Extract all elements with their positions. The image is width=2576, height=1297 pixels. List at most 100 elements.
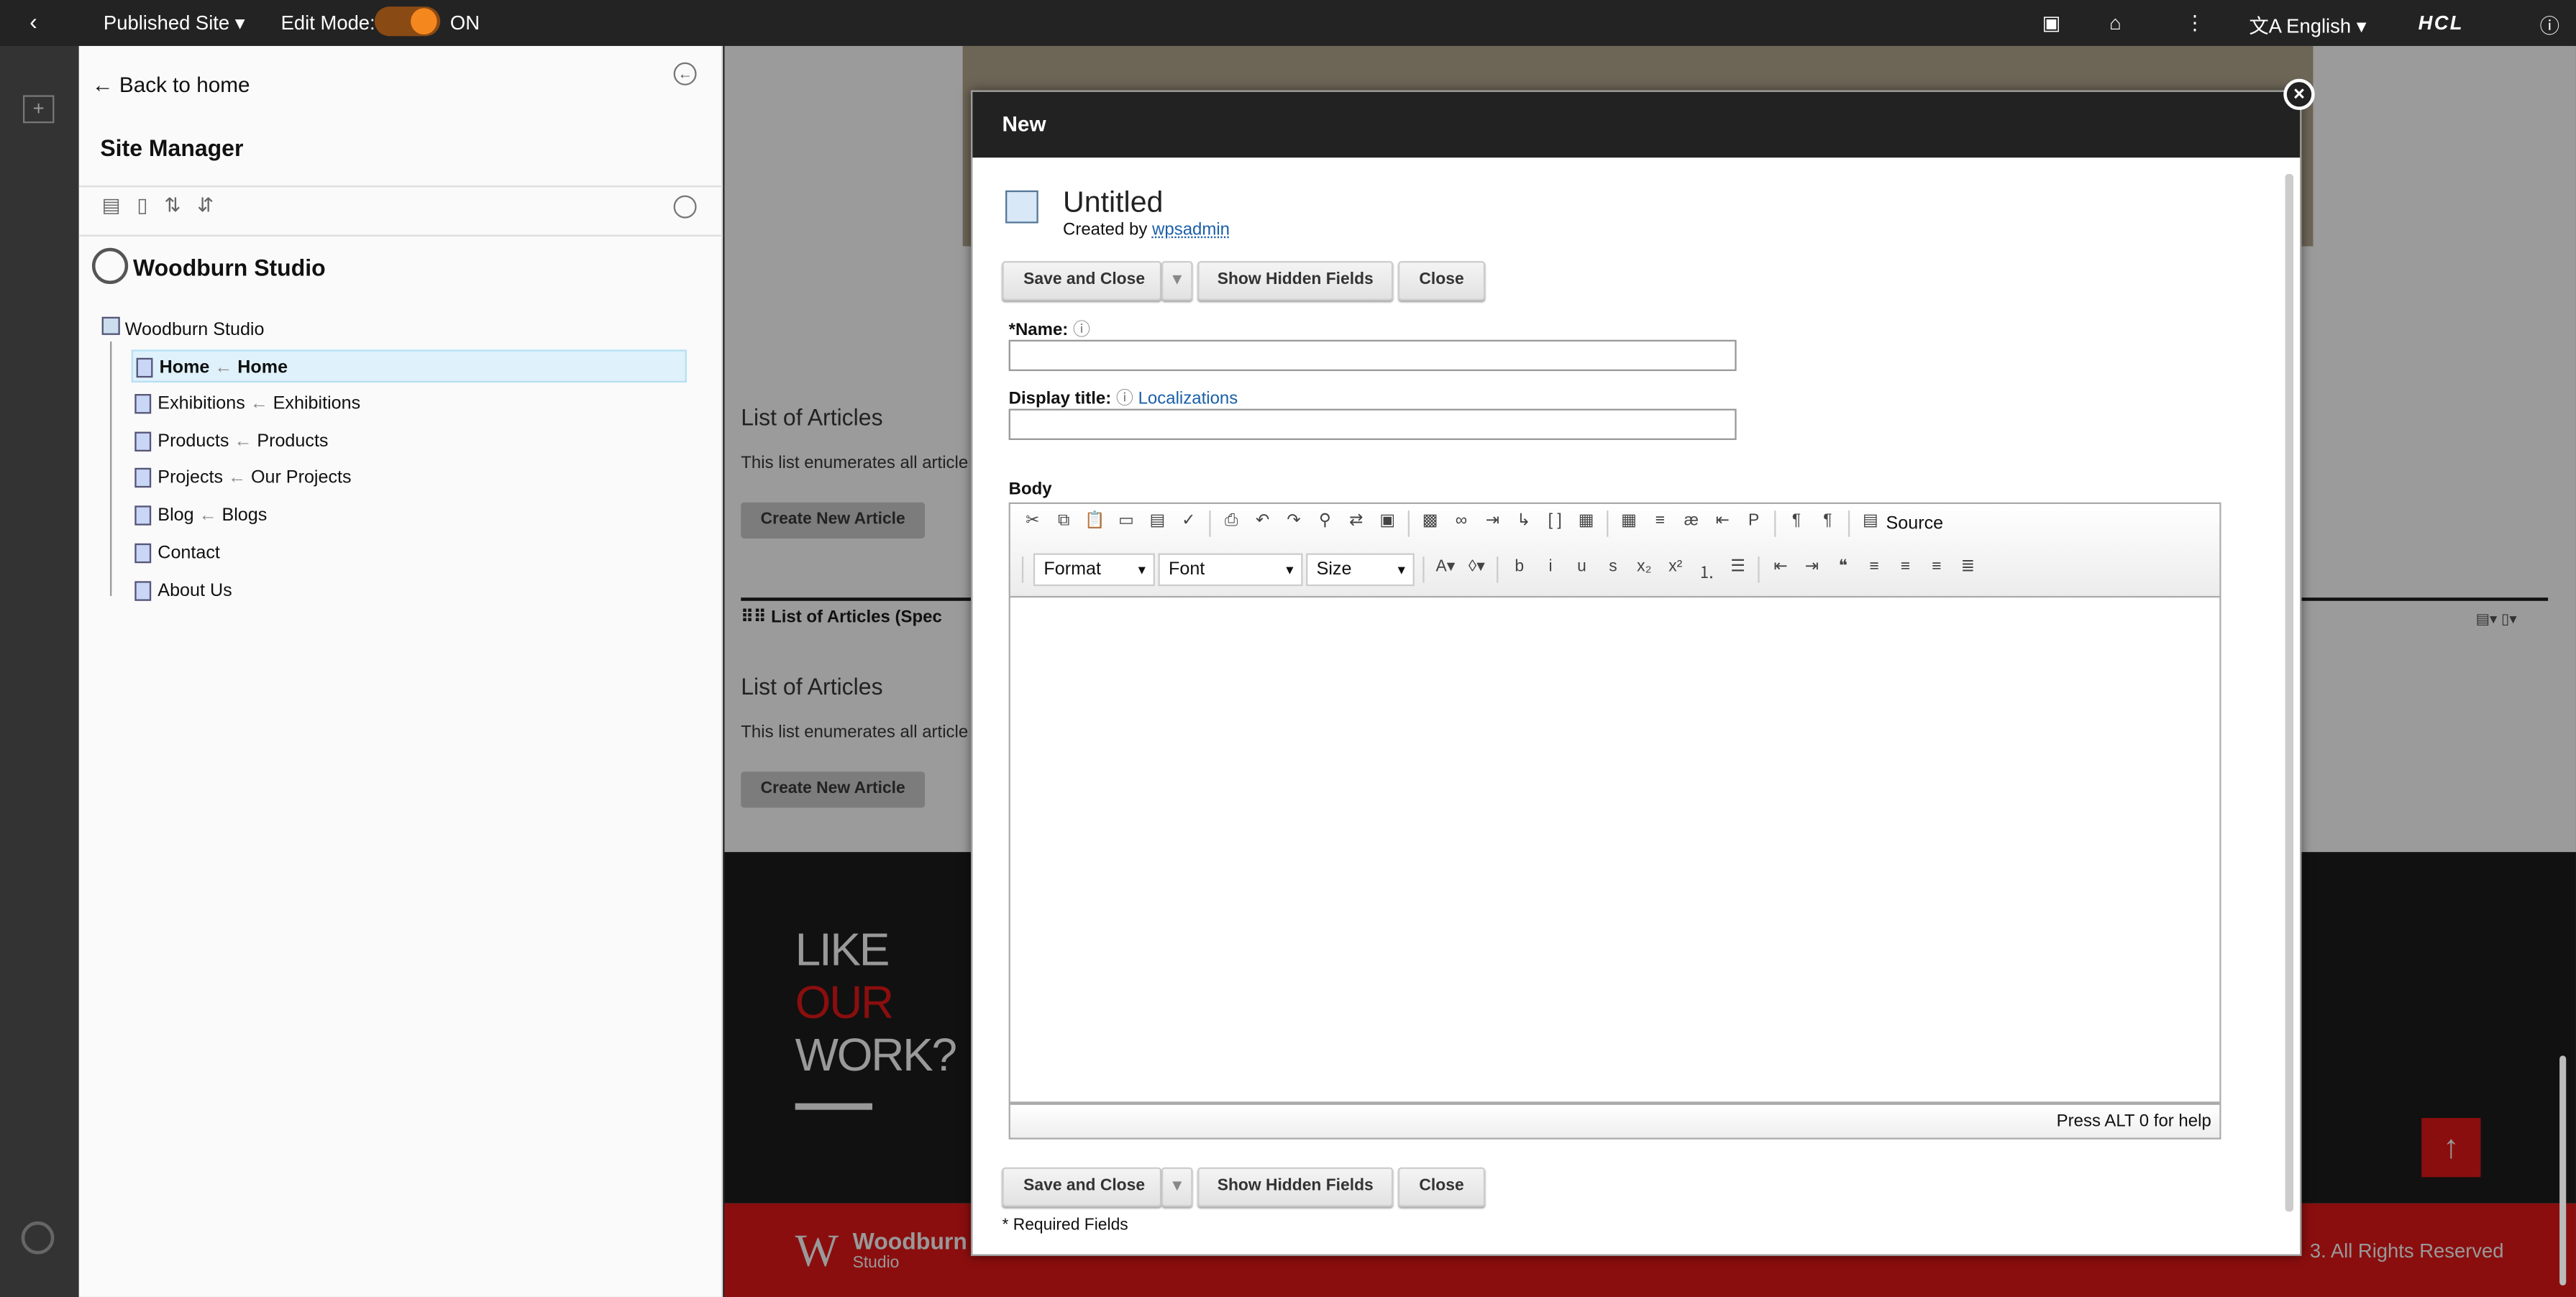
page-scrollbar[interactable] bbox=[2559, 1055, 2567, 1285]
save-options-dropdown[interactable]: ▾ bbox=[1161, 261, 1193, 301]
align-left-icon[interactable]: ≡ bbox=[1858, 558, 1889, 581]
align-right-icon[interactable]: ≡ bbox=[1921, 558, 1952, 581]
save-close-label: Save and Close bbox=[1023, 270, 1146, 289]
ltr-icon[interactable]: ¶ bbox=[1781, 512, 1812, 535]
tree-item[interactable]: Home ← Home bbox=[131, 349, 687, 383]
move-down-icon[interactable]: ⇵ bbox=[197, 193, 230, 216]
author-link[interactable]: wpsadmin bbox=[1152, 220, 1230, 239]
numbered-list-icon[interactable]: ⒈ bbox=[1691, 558, 1722, 583]
show-hidden-fields-button[interactable]: Show Hidden Fields bbox=[1197, 1167, 1394, 1207]
tree-root[interactable]: Woodburn Studio bbox=[101, 316, 265, 340]
edit-mode-toggle[interactable] bbox=[374, 6, 441, 37]
tree-item[interactable]: Projects ← Our Projects bbox=[132, 462, 687, 495]
chevron-left-icon[interactable]: ‹ bbox=[29, 8, 37, 35]
tree-item[interactable]: Contact bbox=[132, 537, 687, 570]
cut-icon[interactable]: ✂ bbox=[1017, 512, 1048, 535]
page-break-icon[interactable]: P bbox=[1738, 512, 1769, 535]
edit-page-icon[interactable]: ▯ bbox=[137, 193, 164, 216]
save-and-close-button[interactable]: Save and Close bbox=[1002, 1167, 1162, 1207]
home-icon[interactable]: ⌂ bbox=[2109, 12, 2121, 35]
strike-icon[interactable]: s bbox=[1597, 558, 1628, 581]
more-icon[interactable]: ⋮ bbox=[2185, 12, 2204, 35]
close-dialog-icon[interactable]: × bbox=[2283, 78, 2315, 110]
justify-icon[interactable]: ≣ bbox=[1952, 558, 1983, 581]
indent-icon[interactable]: ⇤ bbox=[1707, 512, 1737, 535]
editor-toolbar: ✂ ⧉ 📋 ▭ ▤ ✓ ⎙ ↶ ↷ ⚲ ⇄ ▣ ▩ ∞ ⇥ ↳[ ] ▦ ▦ ≡ æ ⇤ P ¶ ¶ ▤ Source Forma… bbox=[1010, 504, 2220, 598]
table-icon[interactable]: ▦ bbox=[1613, 512, 1644, 535]
size-select[interactable]: Size bbox=[1306, 553, 1415, 587]
display-title-input[interactable] bbox=[1008, 408, 1737, 440]
close-button[interactable]: Close bbox=[1398, 261, 1486, 301]
anchor-icon[interactable]: ⇥ bbox=[1477, 512, 1508, 535]
special-char-icon[interactable]: æ bbox=[1676, 512, 1707, 535]
tree-item[interactable]: About Us bbox=[132, 574, 687, 608]
select-all-icon[interactable]: ▣ bbox=[1371, 512, 1402, 535]
localizations-link[interactable]: Localizations bbox=[1138, 389, 1238, 408]
help-icon[interactable]: ⓘ bbox=[1116, 389, 1133, 408]
back-to-home-link[interactable]: ← Back to home bbox=[92, 72, 250, 96]
create-article-button[interactable]: Create New Article bbox=[741, 771, 926, 808]
source-button[interactable]: ▤ Source bbox=[1855, 513, 1943, 533]
tree-item-label: Home bbox=[159, 357, 210, 378]
new-page-icon[interactable]: ▤ bbox=[102, 193, 137, 216]
font-select[interactable]: Font bbox=[1159, 553, 1304, 587]
site-selector[interactable]: Published Site ▾ bbox=[104, 12, 245, 35]
paste-icon[interactable]: 📋 bbox=[1079, 512, 1110, 535]
indent-more-icon[interactable]: ⇥ bbox=[1796, 558, 1827, 581]
unlink-icon[interactable]: ↳ bbox=[1508, 512, 1539, 535]
embed-icon[interactable]: ▦ bbox=[1571, 512, 1602, 535]
preview-icon[interactable]: ▣ bbox=[2042, 12, 2061, 35]
bg-color-icon[interactable]: ◊▾ bbox=[1461, 558, 1492, 581]
dialog-scrollbar[interactable] bbox=[2285, 174, 2294, 1212]
undo-icon[interactable]: ↶ bbox=[1247, 512, 1278, 535]
bold-icon[interactable]: b bbox=[1504, 558, 1535, 581]
cta-text: LIKE OUR WORK? bbox=[795, 925, 957, 1082]
underline-icon[interactable]: u bbox=[1566, 558, 1597, 581]
paste-word-icon[interactable]: ▤ bbox=[1142, 512, 1173, 535]
editor-body[interactable] bbox=[1010, 599, 2220, 1102]
scroll-top-button[interactable]: ↑ bbox=[2421, 1118, 2481, 1178]
portlet-menu-icon[interactable]: ▤▾ ▯▾ bbox=[2476, 610, 2517, 628]
tree-item[interactable]: Products ← Products bbox=[132, 424, 687, 457]
help-icon[interactable]: ⓘ bbox=[1073, 320, 1090, 339]
close-button[interactable]: Close bbox=[1398, 1167, 1486, 1207]
hr-icon[interactable]: ≡ bbox=[1645, 512, 1676, 535]
save-options-dropdown[interactable]: ▾ bbox=[1161, 1167, 1193, 1207]
copy-icon[interactable]: ⧉ bbox=[1048, 512, 1079, 535]
divider bbox=[795, 1103, 873, 1110]
replace-icon[interactable]: ⇄ bbox=[1340, 512, 1371, 535]
blockquote-icon[interactable]: ❝ bbox=[1827, 558, 1858, 581]
save-and-close-button[interactable]: Save and Close bbox=[1002, 261, 1162, 301]
help-lifebuoy-icon[interactable] bbox=[21, 1221, 55, 1255]
info-icon[interactable]: ⓘ bbox=[2540, 12, 2559, 40]
name-input[interactable] bbox=[1008, 339, 1737, 372]
show-hidden-fields-button[interactable]: Show Hidden Fields bbox=[1197, 261, 1394, 301]
drag-handle-icon[interactable]: ⠿⠿ bbox=[741, 608, 766, 627]
print-icon[interactable]: ⎙ bbox=[1215, 512, 1246, 535]
superscript-icon[interactable]: x² bbox=[1660, 558, 1691, 581]
brackets-icon[interactable]: [ ] bbox=[1539, 512, 1570, 535]
add-page-icon[interactable]: + bbox=[22, 95, 55, 124]
text-color-icon[interactable]: A▾ bbox=[1430, 558, 1461, 581]
create-article-button[interactable]: Create New Article bbox=[741, 502, 926, 538]
outdent-icon[interactable]: ⇤ bbox=[1765, 558, 1796, 581]
format-select[interactable]: Format bbox=[1033, 553, 1156, 587]
spellcheck-icon[interactable]: ✓ bbox=[1173, 512, 1204, 535]
rtl-icon[interactable]: ¶ bbox=[1812, 512, 1843, 535]
tree-item[interactable]: Exhibitions ← Exhibitions bbox=[132, 387, 687, 420]
tree-item-target: Products bbox=[257, 431, 329, 452]
bullet-list-icon[interactable]: ☰ bbox=[1722, 558, 1753, 581]
italic-icon[interactable]: i bbox=[1535, 558, 1566, 581]
link-icon[interactable]: ∞ bbox=[1445, 512, 1476, 535]
settings-icon[interactable] bbox=[673, 195, 697, 219]
tree-item[interactable]: Blog ← Blogs bbox=[132, 500, 687, 533]
move-up-icon[interactable]: ⇅ bbox=[164, 193, 197, 216]
redo-icon[interactable]: ↷ bbox=[1278, 512, 1309, 535]
collapse-panel-icon[interactable]: ← bbox=[673, 62, 697, 86]
language-selector[interactable]: 文A English ▾ bbox=[2249, 12, 2366, 40]
align-center-icon[interactable]: ≡ bbox=[1890, 558, 1921, 581]
image-icon[interactable]: ▩ bbox=[1415, 512, 1445, 535]
paste-text-icon[interactable]: ▭ bbox=[1110, 512, 1141, 535]
subscript-icon[interactable]: x₂ bbox=[1629, 558, 1660, 581]
find-icon[interactable]: ⚲ bbox=[1310, 512, 1340, 535]
